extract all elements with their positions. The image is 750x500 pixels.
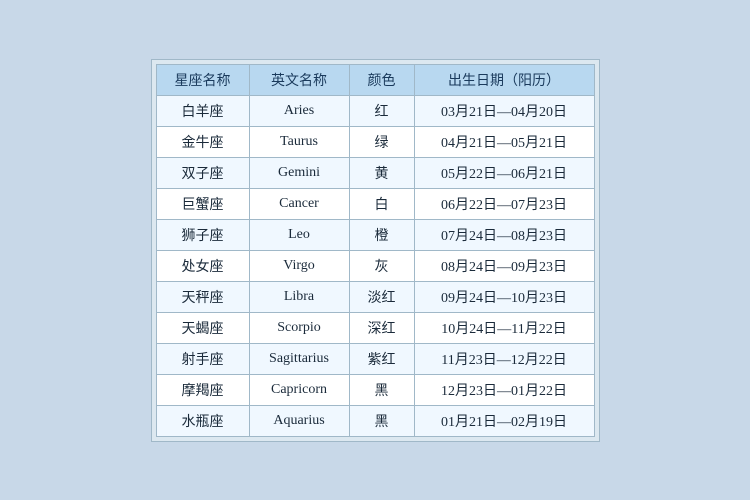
cell-color: 紫红 <box>349 343 414 374</box>
cell-english: Libra <box>249 281 349 312</box>
cell-english: Capricorn <box>249 374 349 405</box>
cell-color: 橙 <box>349 219 414 250</box>
cell-english: Taurus <box>249 126 349 157</box>
cell-color: 红 <box>349 95 414 126</box>
table-row: 双子座Gemini黄05月22日—06月21日 <box>156 157 594 188</box>
cell-english: Leo <box>249 219 349 250</box>
cell-date: 10月24日—11月22日 <box>414 312 594 343</box>
cell-color: 黄 <box>349 157 414 188</box>
cell-english: Aquarius <box>249 405 349 436</box>
cell-english: Scorpio <box>249 312 349 343</box>
table-row: 水瓶座Aquarius黑01月21日—02月19日 <box>156 405 594 436</box>
cell-date: 11月23日—12月22日 <box>414 343 594 374</box>
cell-date: 01月21日—02月19日 <box>414 405 594 436</box>
cell-color: 黑 <box>349 374 414 405</box>
cell-chinese: 天秤座 <box>156 281 249 312</box>
cell-chinese: 射手座 <box>156 343 249 374</box>
cell-english: Aries <box>249 95 349 126</box>
table-container: 星座名称 英文名称 颜色 出生日期（阳历） 白羊座Aries红03月21日—04… <box>151 59 600 442</box>
zodiac-table: 星座名称 英文名称 颜色 出生日期（阳历） 白羊座Aries红03月21日—04… <box>156 64 595 437</box>
table-row: 天秤座Libra淡红09月24日—10月23日 <box>156 281 594 312</box>
table-row: 处女座Virgo灰08月24日—09月23日 <box>156 250 594 281</box>
cell-date: 07月24日—08月23日 <box>414 219 594 250</box>
cell-english: Virgo <box>249 250 349 281</box>
cell-color: 黑 <box>349 405 414 436</box>
cell-chinese: 狮子座 <box>156 219 249 250</box>
header-english-name: 英文名称 <box>249 64 349 95</box>
header-color: 颜色 <box>349 64 414 95</box>
cell-color: 灰 <box>349 250 414 281</box>
cell-english: Sagittarius <box>249 343 349 374</box>
cell-chinese: 白羊座 <box>156 95 249 126</box>
cell-chinese: 天蝎座 <box>156 312 249 343</box>
cell-date: 09月24日—10月23日 <box>414 281 594 312</box>
cell-english: Cancer <box>249 188 349 219</box>
table-header-row: 星座名称 英文名称 颜色 出生日期（阳历） <box>156 64 594 95</box>
table-row: 巨蟹座Cancer白06月22日—07月23日 <box>156 188 594 219</box>
table-row: 白羊座Aries红03月21日—04月20日 <box>156 95 594 126</box>
cell-date: 04月21日—05月21日 <box>414 126 594 157</box>
table-row: 摩羯座Capricorn黑12月23日—01月22日 <box>156 374 594 405</box>
cell-date: 06月22日—07月23日 <box>414 188 594 219</box>
cell-color: 深红 <box>349 312 414 343</box>
cell-chinese: 摩羯座 <box>156 374 249 405</box>
table-row: 狮子座Leo橙07月24日—08月23日 <box>156 219 594 250</box>
cell-chinese: 处女座 <box>156 250 249 281</box>
header-chinese-name: 星座名称 <box>156 64 249 95</box>
cell-chinese: 双子座 <box>156 157 249 188</box>
cell-color: 白 <box>349 188 414 219</box>
cell-color: 淡红 <box>349 281 414 312</box>
cell-date: 08月24日—09月23日 <box>414 250 594 281</box>
cell-chinese: 金牛座 <box>156 126 249 157</box>
table-row: 金牛座Taurus绿04月21日—05月21日 <box>156 126 594 157</box>
cell-date: 05月22日—06月21日 <box>414 157 594 188</box>
cell-color: 绿 <box>349 126 414 157</box>
header-birth-date: 出生日期（阳历） <box>414 64 594 95</box>
cell-date: 12月23日—01月22日 <box>414 374 594 405</box>
table-row: 天蝎座Scorpio深红10月24日—11月22日 <box>156 312 594 343</box>
table-row: 射手座Sagittarius紫红11月23日—12月22日 <box>156 343 594 374</box>
cell-chinese: 水瓶座 <box>156 405 249 436</box>
cell-date: 03月21日—04月20日 <box>414 95 594 126</box>
cell-chinese: 巨蟹座 <box>156 188 249 219</box>
cell-english: Gemini <box>249 157 349 188</box>
